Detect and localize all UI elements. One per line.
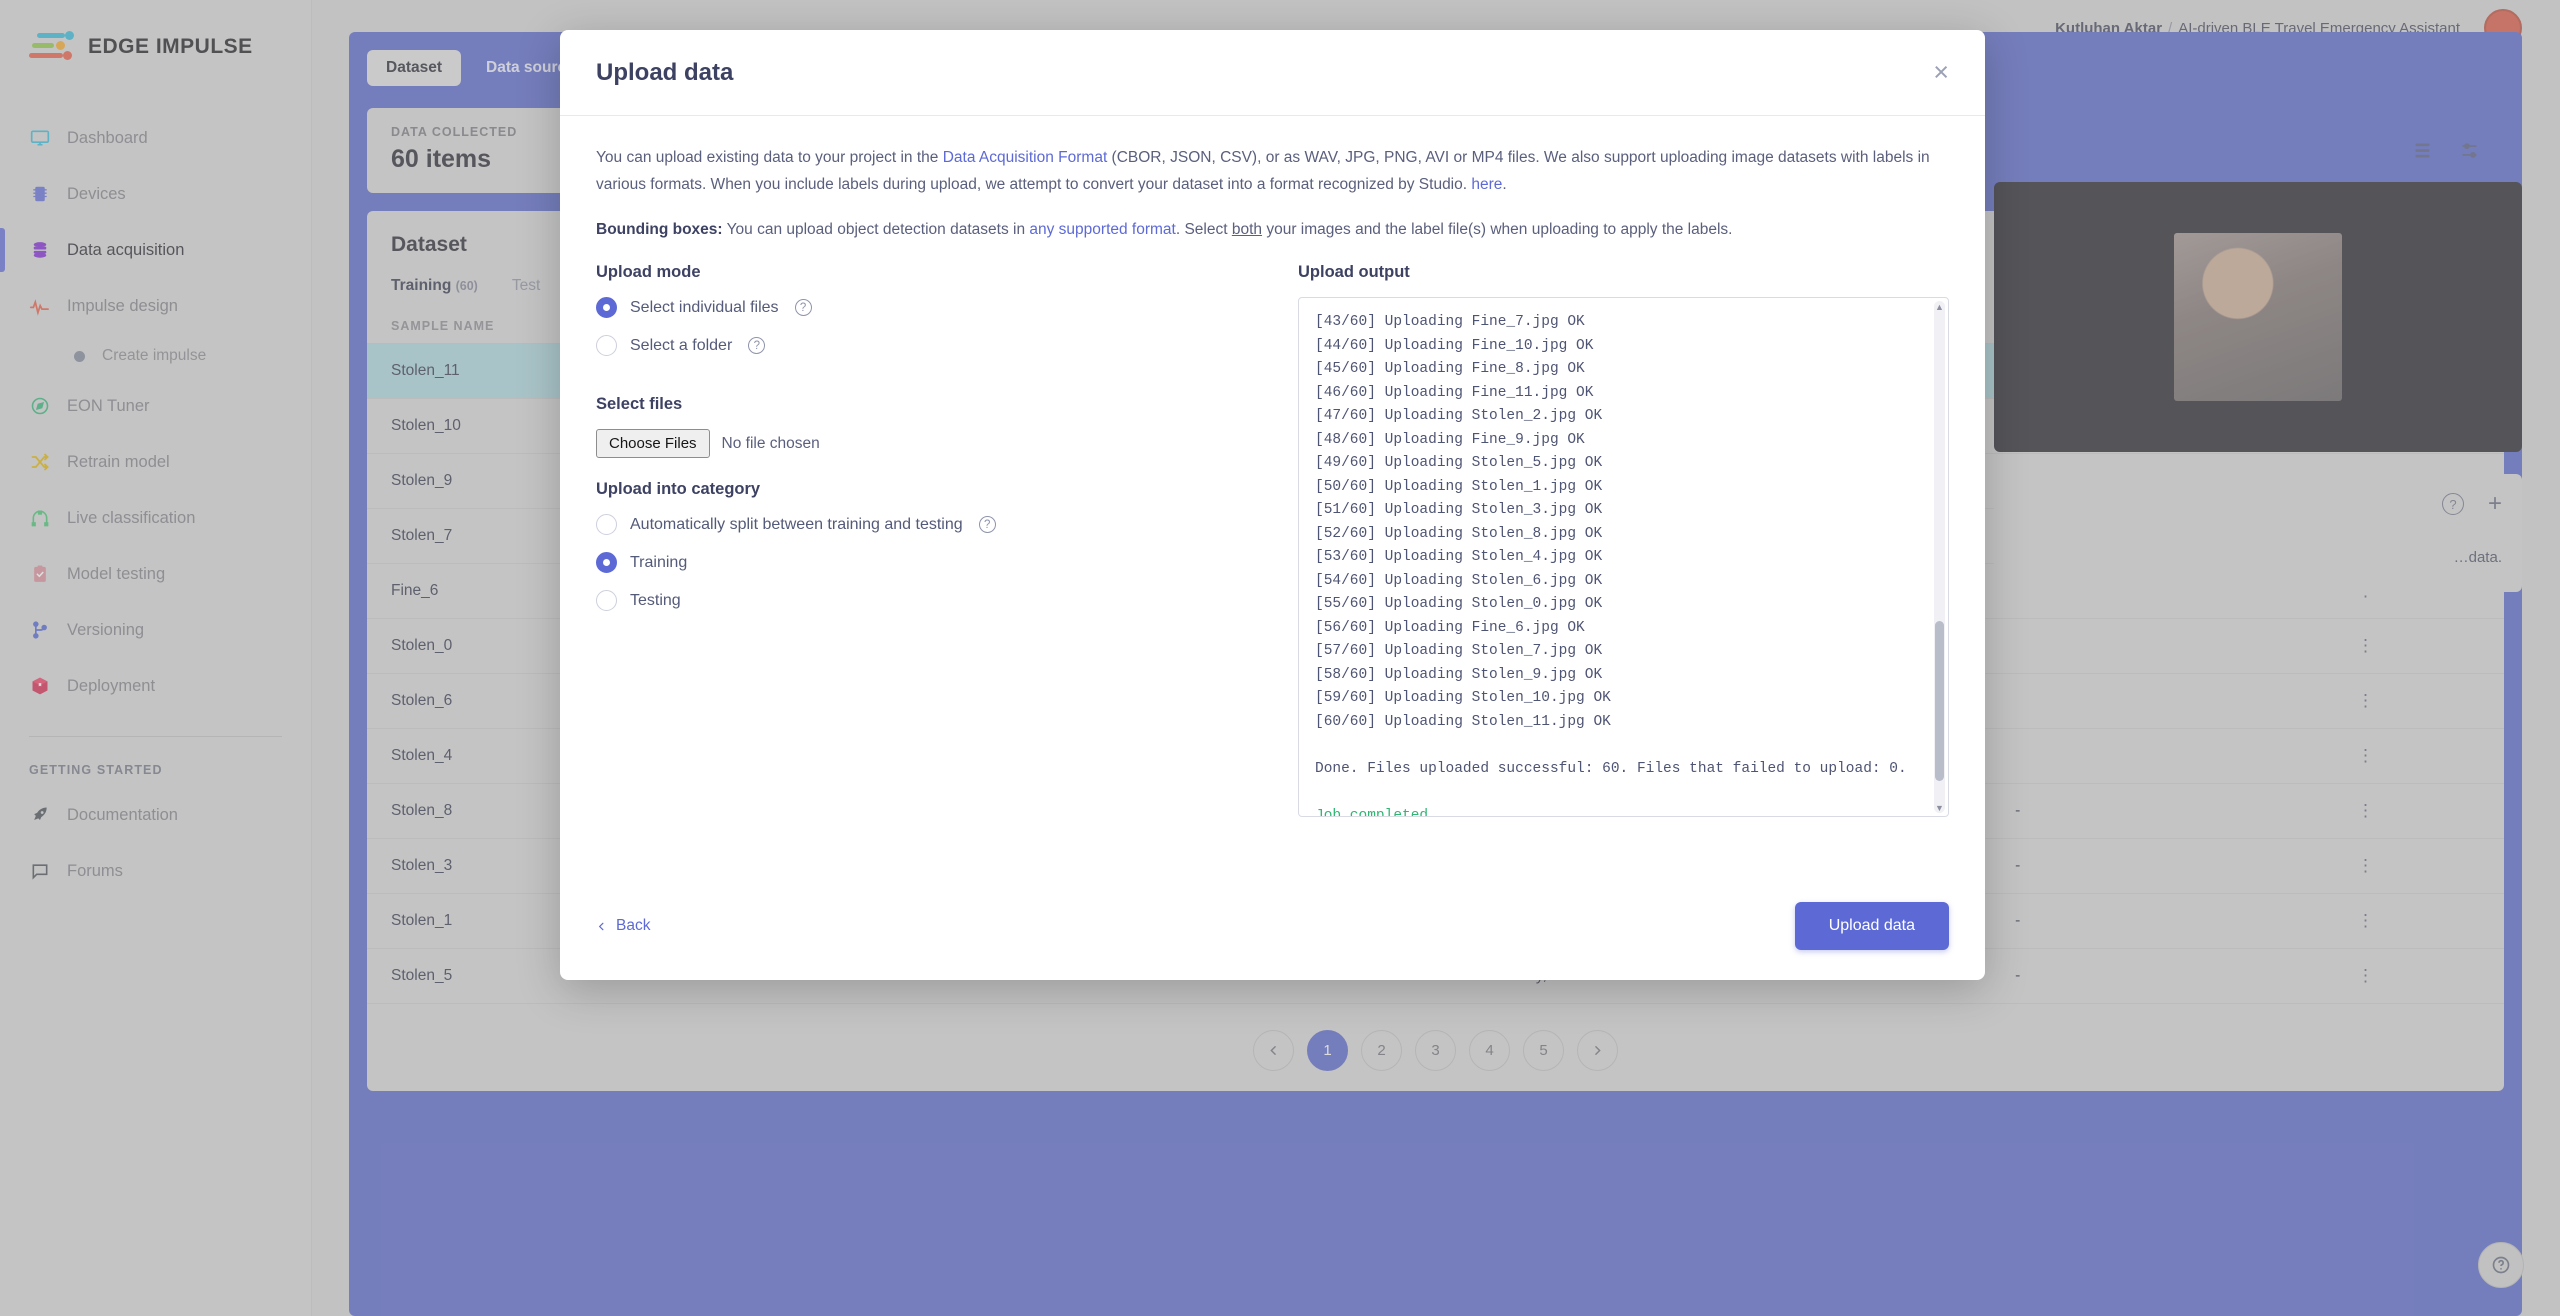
help-icon[interactable]: ?	[978, 516, 996, 534]
radio-label: Testing	[630, 591, 681, 609]
modal-title: Upload data	[596, 58, 734, 86]
upload-mode-label: Upload mode	[596, 263, 701, 282]
log-lines: [43/60] Uploading Fine_7.jpg OK [44/60] …	[1315, 314, 1611, 730]
radio-auto-split[interactable]: Automatically split between training and…	[596, 514, 1256, 536]
file-chosen-status: No file chosen	[721, 434, 820, 452]
scroll-up-icon[interactable]: ▲	[1934, 301, 1945, 312]
choose-files-button[interactable]: Choose Files	[596, 429, 710, 459]
upload-category-label: Upload into category	[596, 480, 761, 499]
radio-testing[interactable]: Testing	[596, 590, 1256, 612]
app-root: EDGE IMPULSE Dashboard Devices Data acqu…	[0, 0, 2560, 1316]
help-icon[interactable]: ?	[794, 299, 812, 317]
intro-text-a: You can upload existing data to your pro…	[596, 149, 943, 166]
log-scrollbar[interactable]: ▲ ▼	[1934, 301, 1945, 814]
modal-footer: Back Upload data	[560, 872, 1985, 980]
radio-label: Automatically split between training and…	[630, 515, 963, 533]
upload-output-label: Upload output	[1298, 263, 1410, 282]
any-supported-format-link[interactable]: any supported format	[1029, 221, 1175, 238]
radio-select-a-folder[interactable]: Select a folder ?	[596, 335, 1256, 357]
here-link[interactable]: here	[1471, 176, 1502, 193]
bb-text-a: You can upload object detection datasets…	[722, 221, 1030, 239]
scrollbar-thumb[interactable]	[1935, 621, 1944, 782]
select-files-label: Select files	[596, 395, 683, 414]
radio-label: Select individual files	[630, 298, 779, 316]
radio-indicator	[596, 297, 617, 319]
help-icon[interactable]: ?	[748, 337, 766, 355]
radio-label: Training	[630, 553, 688, 571]
bb-text-b: . Select	[1175, 221, 1232, 239]
modal-intro-paragraph-1: You can upload existing data to your pro…	[596, 144, 1949, 198]
back-label: Back	[616, 917, 651, 934]
radio-indicator	[596, 590, 617, 612]
modal-output-column: Upload output [43/60] Uploading Fine_7.j…	[1298, 263, 1949, 818]
upload-data-button[interactable]: Upload data	[1794, 902, 1949, 950]
modal-columns: Upload mode Select individual files ? Se…	[596, 263, 1949, 818]
chevron-left-icon	[598, 922, 604, 930]
upload-output-log[interactable]: [43/60] Uploading Fine_7.jpg OK [44/60] …	[1298, 297, 1949, 818]
bb-text-c: your images and the label file(s) when u…	[1262, 221, 1733, 239]
modal-form-column: Upload mode Select individual files ? Se…	[596, 263, 1256, 817]
upload-data-modal: Upload data × You can upload existing da…	[560, 30, 1985, 980]
modal-intro-paragraph-2: Bounding boxes: You can upload object de…	[596, 216, 1949, 243]
modal-header: Upload data ×	[560, 30, 1985, 116]
scroll-down-icon[interactable]: ▼	[1934, 802, 1945, 813]
back-button[interactable]: Back	[596, 917, 650, 935]
intro-text-c: .	[1502, 176, 1507, 194]
data-acquisition-format-link[interactable]: Data Acquisition Format	[943, 149, 1108, 166]
file-picker: Choose Files No file chosen	[596, 429, 1256, 459]
close-icon[interactable]: ×	[1933, 59, 1949, 86]
modal-body: You can upload existing data to your pro…	[560, 116, 1985, 872]
radio-indicator	[596, 335, 617, 357]
bb-underline-both: both	[1231, 221, 1263, 239]
radio-select-individual-files[interactable]: Select individual files ?	[596, 297, 1256, 319]
radio-indicator	[596, 552, 617, 574]
log-status: Job completed	[1315, 807, 1429, 818]
log-summary: Done. Files uploaded successful: 60. Fil…	[1315, 760, 1907, 777]
radio-training[interactable]: Training	[596, 552, 1256, 574]
radio-indicator	[596, 514, 617, 536]
radio-label: Select a folder	[630, 336, 733, 354]
upload-log-text: [43/60] Uploading Fine_7.jpg OK [44/60] …	[1315, 311, 1932, 818]
bounding-boxes-label: Bounding boxes:	[596, 221, 723, 239]
